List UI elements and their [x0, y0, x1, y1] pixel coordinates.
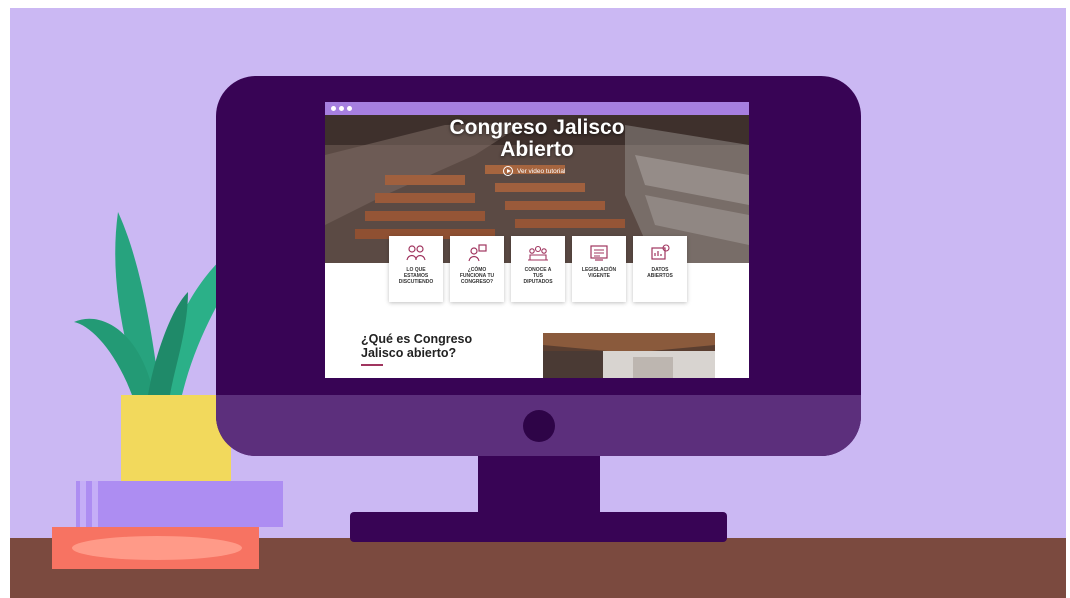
question-person-icon	[468, 244, 487, 262]
card-discussion[interactable]: LO QUE ESTAMOS DISCUTIENDO	[389, 236, 443, 302]
card-label: LO QUE ESTAMOS DISCUTIENDO	[398, 267, 434, 285]
law-document-icon	[590, 245, 608, 261]
group-people-icon	[528, 245, 548, 261]
building-interior-photo	[543, 333, 715, 378]
section-title: ¿Qué es Congreso Jalisco abierto?	[361, 332, 521, 360]
section-underline	[361, 364, 383, 366]
section-photo	[543, 333, 715, 378]
card-label: LEGISLACIÓN VIGENTE	[581, 267, 617, 279]
card-legislation[interactable]: LEGISLACIÓN VIGENTE	[572, 236, 626, 302]
book-stripe	[80, 481, 86, 527]
section-title-line2: Jalisco abierto?	[361, 346, 457, 360]
website-screen: Congreso Jalisco Abierto Ver video tutor…	[325, 102, 749, 378]
hero-title-line2: Abierto	[500, 138, 574, 161]
card-meet-deputies[interactable]: CONOCE A TUS DIPUTADOS	[511, 236, 565, 302]
tutorial-label: Ver video tutorial	[517, 167, 566, 175]
book-bottom	[52, 527, 259, 569]
section-title-line1: ¿Qué es Congreso	[361, 332, 473, 346]
book-cover-decoration	[72, 536, 242, 560]
card-open-data[interactable]: DATOS ABIERTOS	[633, 236, 687, 302]
card-label: CONOCE A TUS DIPUTADOS	[523, 267, 553, 285]
open-data-icon	[651, 244, 670, 260]
monitor-stand-neck	[478, 456, 600, 516]
illustration-scene: Congreso Jalisco Abierto Ver video tutor…	[0, 0, 1070, 598]
window-dot-icon	[347, 106, 352, 111]
browser-bar	[325, 102, 749, 115]
book-stripe	[92, 481, 98, 527]
card-label: ¿CÓMO FUNCIONA TU CONGRESO?	[459, 267, 495, 285]
window-dot-icon	[331, 106, 336, 111]
hero-title-line1: Congreso Jalisco	[449, 116, 625, 139]
book-top	[76, 481, 283, 527]
window-dot-icon	[339, 106, 344, 111]
card-how-congress-works[interactable]: ¿CÓMO FUNCIONA TU CONGRESO?	[450, 236, 504, 302]
monitor-power-button	[523, 410, 555, 442]
people-discussion-icon	[406, 245, 426, 261]
feature-cards: LO QUE ESTAMOS DISCUTIENDO ¿CÓMO FUNCION…	[389, 236, 689, 302]
monitor-stand-base	[350, 512, 727, 542]
card-label: DATOS ABIERTOS	[647, 267, 673, 279]
video-tutorial-link[interactable]: Ver video tutorial	[503, 165, 565, 177]
plant-pot	[121, 395, 231, 481]
play-icon	[503, 166, 513, 176]
